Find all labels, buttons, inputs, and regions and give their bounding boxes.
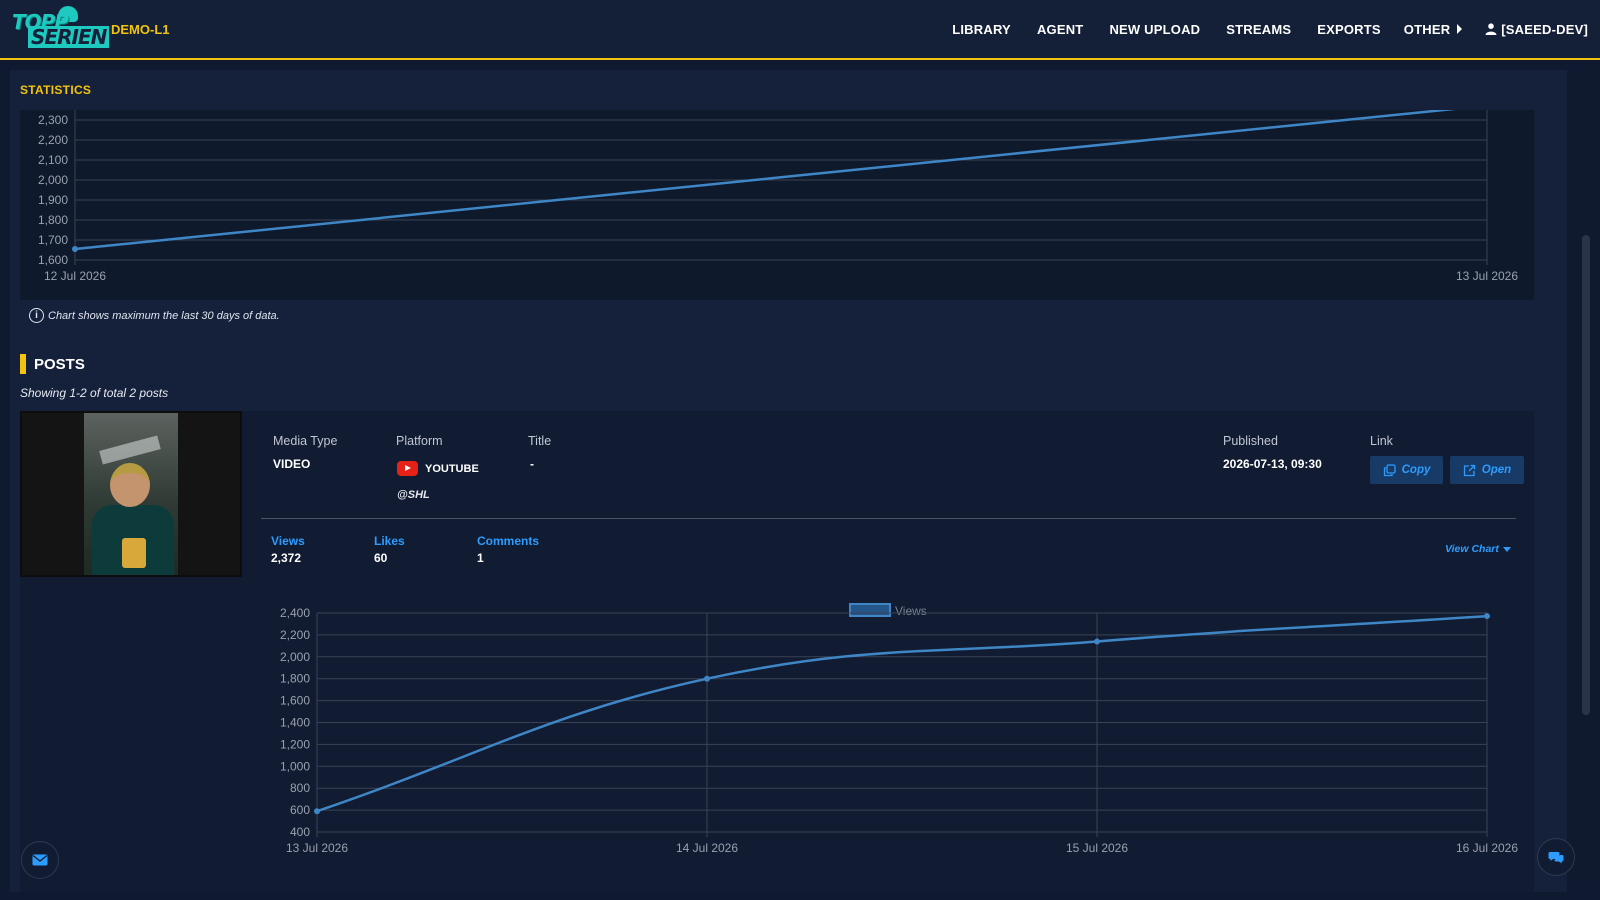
statistics-chart-svg: 1,600 1,700 1,800 1,900 2,000 2,100 2,200 2,300…: [38, 110, 1518, 283]
posts-accent-bar: [20, 354, 26, 374]
title-value: -: [530, 457, 534, 471]
y-tick-label: 2,400: [280, 606, 310, 620]
view-chart-label: View Chart: [1445, 543, 1499, 555]
data-point: [72, 246, 78, 252]
y-tick-label: 2,000: [280, 650, 310, 664]
nav-other-label: OTHER: [1403, 21, 1451, 37]
y-tick-label: 1,700: [38, 233, 68, 247]
nav-library[interactable]: LIBRARY: [952, 22, 1011, 37]
statistics-chart: 1,600 1,700 1,800 1,900 2,000 2,100 2,200 2,300…: [20, 110, 1534, 300]
chat-support-button[interactable]: [1537, 838, 1575, 876]
topp-serien-logo[interactable]: TOPP SERIEN: [12, 6, 110, 50]
thumbnail-logo: [122, 538, 146, 568]
user-name: [SAEED-DEV]: [1501, 21, 1588, 37]
chart-note-text: Chart shows maximum the last 30 days of …: [48, 309, 280, 322]
user-icon: [1485, 23, 1497, 35]
y-tick-label: 1,600: [38, 253, 68, 267]
youtube-icon: [397, 461, 418, 476]
media-type-label: Media Type: [273, 434, 338, 448]
info-icon: i: [29, 308, 44, 323]
posts-header: POSTS: [20, 354, 85, 374]
title-label: Title: [528, 434, 552, 448]
logo-word-bottom: SERIEN: [28, 26, 110, 48]
x-tick-label: 15 Jul 2026: [1066, 841, 1128, 855]
post-card: Media Type VIDEO Platform YOUTUBE @SHL T…: [20, 411, 1534, 892]
caret-down-icon: [1502, 546, 1511, 552]
contact-email-button[interactable]: [21, 841, 59, 879]
nav-streams[interactable]: STREAMS: [1226, 22, 1291, 37]
views-label: Views: [271, 534, 305, 548]
workspace-name[interactable]: DEMO-L1: [111, 22, 170, 37]
nav-exports[interactable]: EXPORTS: [1317, 22, 1381, 37]
channel-handle[interactable]: @SHL: [397, 489, 430, 501]
post-views-chart: Views 400 600 800 1,000 1,200 1,400 1,600 1,800 2…: [261, 581, 1534, 892]
top-navbar: TOPP SERIEN DEMO-L1 LIBRARY AGENT NEW UP…: [0, 0, 1600, 60]
posts-title: POSTS: [34, 355, 85, 373]
x-tick-label: 13 Jul 2026: [286, 841, 348, 855]
media-type-value: VIDEO: [273, 457, 311, 471]
views-series-line: [316, 614, 1488, 813]
chart-note: i Chart shows maximum the last 30 days o…: [29, 308, 280, 323]
y-tick-label: 1,200: [280, 737, 310, 751]
y-tick-label: 1,400: [280, 716, 310, 730]
published-label: Published: [1223, 434, 1278, 448]
nav-new-upload[interactable]: NEW UPLOAD: [1109, 22, 1200, 37]
data-point: [704, 675, 710, 682]
y-tick-label: 2,300: [38, 113, 68, 127]
statistics-title: STATISTICS: [20, 83, 92, 97]
post-views-chart-svg: Views 400 600 800 1,000 1,200 1,400 1,600 1,800 2…: [280, 603, 1518, 855]
post-thumbnail[interactable]: [20, 411, 242, 577]
open-link-button[interactable]: Open: [1450, 456, 1524, 484]
page-scrollbar[interactable]: [1580, 70, 1592, 880]
platform-value: YOUTUBE: [425, 463, 479, 475]
open-button-label: Open: [1481, 464, 1512, 476]
legend-label-views: Views: [895, 604, 927, 618]
external-link-icon: [1463, 464, 1475, 476]
x-tick-label: 14 Jul 2026: [676, 841, 738, 855]
comments-value: 1: [477, 551, 484, 565]
y-tick-label: 2,200: [280, 628, 310, 642]
data-point: [314, 808, 320, 815]
y-tick-label: 2,100: [38, 153, 68, 167]
data-point: [1484, 613, 1490, 620]
card-divider: [261, 518, 1516, 519]
view-chart-toggle[interactable]: View Chart: [1445, 543, 1511, 555]
x-tick-label: 16 Jul 2026: [1456, 841, 1518, 855]
y-tick-label: 800: [290, 781, 310, 795]
legend-swatch-views: [849, 603, 891, 617]
nav-user-menu[interactable]: [SAEED-DEV]: [1485, 22, 1588, 37]
y-tick-label: 2,200: [38, 133, 68, 147]
y-tick-label: 600: [290, 803, 310, 817]
nav-agent[interactable]: AGENT: [1037, 22, 1084, 37]
platform-label: Platform: [396, 434, 443, 448]
data-point: [1094, 638, 1100, 645]
y-tick-label: 1,600: [280, 694, 310, 708]
y-tick-label: 1,800: [280, 672, 310, 686]
y-tick-label: 2,000: [38, 173, 68, 187]
x-tick-label: 12 Jul 2026: [44, 269, 106, 283]
x-tick-label: 13 Jul 2026: [1456, 269, 1518, 283]
scrollbar-thumb[interactable]: [1582, 235, 1590, 715]
y-tick-label: 1,800: [38, 213, 68, 227]
y-tick-label: 1,900: [38, 193, 68, 207]
thumbnail-face: [110, 463, 150, 507]
copy-icon: [1383, 463, 1396, 476]
y-tick-label: 400: [290, 825, 310, 839]
likes-value: 60: [374, 551, 388, 565]
copy-button-label: Copy: [1401, 464, 1431, 476]
main-panel: STATISTICS 1,600 1,700 1,800 1,900 2,000 2,10…: [10, 70, 1567, 892]
published-value: 2026-07-13, 09:30: [1223, 457, 1322, 471]
link-label: Link: [1370, 434, 1393, 448]
posts-count: Showing 1-2 of total 2 posts: [20, 386, 169, 400]
caret-right-icon: [1457, 24, 1463, 34]
y-tick-label: 1,000: [280, 759, 310, 773]
mail-icon: [32, 854, 48, 866]
comments-label: Comments: [477, 534, 540, 548]
chat-icon: [1548, 852, 1564, 864]
nav-other[interactable]: OTHER: [1404, 22, 1463, 37]
copy-link-button[interactable]: Copy: [1370, 456, 1443, 484]
views-value: 2,372: [271, 551, 302, 565]
likes-label: Likes: [374, 534, 405, 548]
main-nav: LIBRARY AGENT NEW UPLOAD STREAMS EXPORTS…: [926, 0, 1588, 58]
